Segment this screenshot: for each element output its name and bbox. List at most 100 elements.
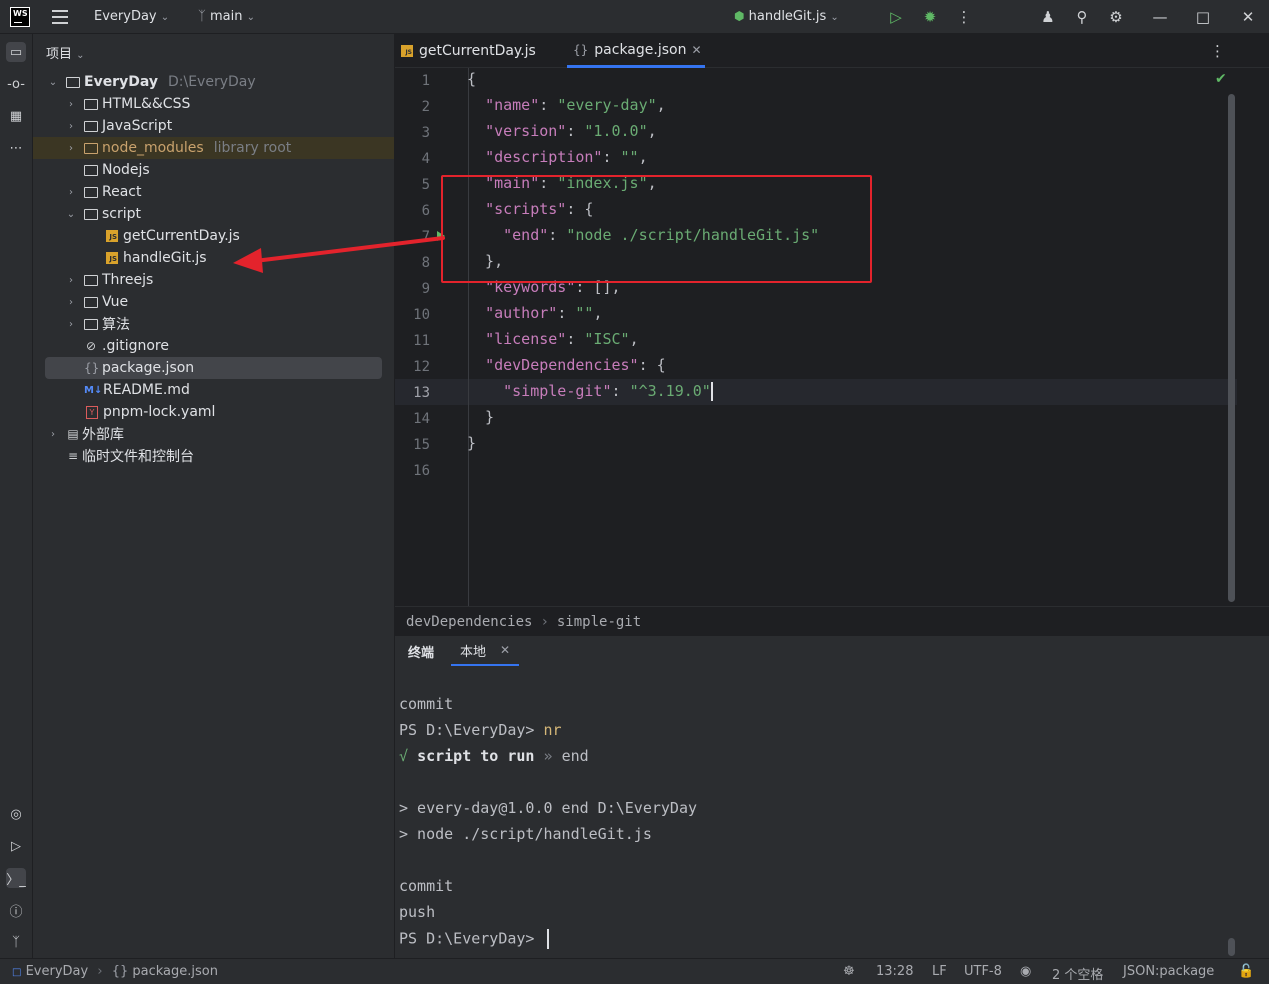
tree-item-label: pnpm-lock.yaml [103, 404, 216, 420]
settings-icon[interactable]: ⚙ [1107, 8, 1125, 26]
tree-item-node-modules[interactable]: › node_modules library root [33, 137, 394, 159]
add-user-icon[interactable]: ♟ [1039, 8, 1057, 26]
tree-root[interactable]: ⌄ EveryDay D:\EveryDay [33, 71, 394, 93]
line-number[interactable]: 2 [390, 99, 430, 115]
json-schema[interactable]: JSON:package [1123, 964, 1214, 979]
line-number[interactable]: 16 [390, 463, 430, 479]
code-line[interactable]: "simple-git": "^3.19.0" [467, 382, 713, 401]
line-number[interactable]: 10 [390, 307, 430, 323]
breadcrumb-item[interactable]: devDependencies [406, 614, 532, 630]
tree-item-nodejs[interactable]: Nodejs [33, 159, 394, 181]
code-line[interactable]: { [467, 70, 476, 88]
caret-position[interactable]: 13:28 [876, 964, 913, 979]
tree-item-react[interactable]: › React [33, 181, 394, 203]
line-number[interactable]: 3 [390, 125, 430, 141]
json-key: "name" [485, 96, 540, 114]
code-line[interactable]: "name": "every-day", [467, 96, 666, 114]
tree-item-label: node_modules [102, 140, 204, 156]
js-file-icon: JS [106, 252, 118, 264]
line-number[interactable]: 1 [390, 73, 430, 89]
run-config-selector[interactable]: ⬢ handleGit.js ⌄ [734, 9, 839, 24]
line-number[interactable]: 5 [390, 177, 430, 193]
code-line[interactable]: } [467, 408, 494, 426]
more-tools-icon[interactable]: ⋯ [6, 138, 26, 158]
code-line[interactable]: "author": "", [467, 304, 602, 322]
tree-item-label: 外部库 [82, 427, 124, 443]
folder-icon [66, 76, 80, 88]
run-icon[interactable]: ▷ [887, 8, 905, 26]
tab-local-terminal[interactable]: 本地 ✕ [451, 636, 520, 666]
breadcrumb-item[interactable]: simple-git [557, 614, 641, 630]
minimize-icon[interactable]: — [1151, 8, 1169, 26]
project-folder-icon[interactable]: ▭ [6, 42, 26, 62]
close-tab-icon[interactable]: ✕ [500, 643, 510, 657]
indent-setting[interactable]: 2 个空格 [1052, 964, 1103, 983]
tree-item-package-json[interactable]: {} package.json [45, 357, 382, 379]
ai-assistant-icon[interactable]: ☸ [843, 964, 855, 979]
line-separator[interactable]: LF [932, 964, 947, 979]
tab-options-icon[interactable]: ⋮ [1210, 42, 1225, 60]
tree-item-gitignore[interactable]: ⊘ .gitignore [33, 335, 394, 357]
status-breadcrumb[interactable]: □ EveryDay › {} package.json [12, 964, 218, 979]
webstorm-logo[interactable]: WS [10, 7, 30, 27]
line-number[interactable]: 6 [390, 203, 430, 219]
structure-icon[interactable]: ▦ [6, 106, 26, 126]
line-number[interactable]: 9 [390, 281, 430, 297]
terminal-icon[interactable]: 〉_ [6, 868, 26, 888]
tree-item-external-libraries[interactable]: › ▤ 外部库 [33, 423, 394, 445]
tree-item-vue[interactable]: › Vue [33, 291, 394, 313]
main-menu-icon[interactable] [52, 10, 68, 24]
code-line[interactable]: "version": "1.0.0", [467, 122, 657, 140]
code-line[interactable]: } [467, 434, 476, 452]
more-actions-icon[interactable]: ⋮ [955, 8, 973, 26]
tree-item-javascript[interactable]: › JavaScript [33, 115, 394, 137]
line-number[interactable]: 13 [390, 385, 430, 401]
tree-item-label: README.md [103, 382, 190, 398]
line-number[interactable]: 14 [390, 411, 430, 427]
tab-package-json[interactable]: {} package.json ✕ [567, 34, 705, 68]
problems-icon[interactable]: ⓘ [6, 900, 26, 920]
run-tool-icon[interactable]: ▷ [6, 836, 26, 856]
tree-item-readme[interactable]: M↓ README.md [33, 379, 394, 401]
line-number[interactable]: 4 [390, 151, 430, 167]
tree-item-pnpm-lock[interactable]: Y pnpm-lock.yaml [33, 401, 394, 423]
branch-switcher[interactable]: ᛉ main ⌄ [198, 9, 255, 24]
read-only-toggle-icon[interactable]: ◉ [1020, 964, 1031, 979]
commit-icon[interactable]: -o- [6, 74, 26, 94]
line-number[interactable]: 12 [390, 359, 430, 375]
editor-scrollbar[interactable] [1228, 94, 1235, 602]
close-icon[interactable]: ✕ [1239, 8, 1257, 26]
services-icon[interactable]: ◎ [6, 804, 26, 824]
debug-icon[interactable]: ✹ [921, 8, 939, 26]
project-panel-header[interactable]: 项目 ⌄ [46, 43, 85, 62]
title-bar: WS EveryDay ⌄ ᛉ main ⌄ ⬢ handleGit.js ⌄ … [0, 0, 1269, 34]
terminal-scrollbar[interactable] [1228, 938, 1235, 956]
folder-icon [84, 318, 98, 330]
code-line[interactable]: "description": "", [467, 148, 648, 166]
code-token: : [557, 304, 576, 322]
tree-item-scratches[interactable]: ≡ 临时文件和控制台 [33, 445, 394, 467]
terminal-line: commit [399, 877, 454, 895]
no-problems-icon: ✔ [1215, 71, 1227, 87]
maximize-icon[interactable]: □ [1194, 8, 1212, 26]
close-tab-icon[interactable]: ✕ [691, 43, 701, 57]
terminal-prompt[interactable]: PS D:\EveryDay> [399, 929, 549, 949]
terminal-output[interactable]: commit PS D:\EveryDay> nr √ script to ru… [395, 666, 1269, 958]
tree-item-html-css[interactable]: › HTML&&CSS [33, 93, 394, 115]
code-token: } [467, 434, 477, 452]
lock-icon[interactable]: 🔓 [1238, 964, 1254, 979]
git-icon[interactable]: ᛉ [6, 932, 26, 952]
search-icon[interactable]: ⚲ [1073, 8, 1091, 26]
line-number[interactable]: 11 [390, 333, 430, 349]
tree-item-algorithms[interactable]: › 算法 [33, 313, 394, 335]
folder-icon [84, 274, 98, 286]
line-number[interactable]: 15 [390, 437, 430, 453]
tab-getcurrentday[interactable]: JS getCurrentDay.js [401, 34, 536, 68]
tree-item-script[interactable]: ⌄ script [33, 203, 394, 225]
file-encoding[interactable]: UTF-8 [964, 964, 1002, 979]
project-switcher[interactable]: EveryDay ⌄ [94, 9, 169, 24]
code-line[interactable]: "devDependencies": { [467, 356, 666, 374]
code-line[interactable]: "license": "ISC", [467, 330, 639, 348]
